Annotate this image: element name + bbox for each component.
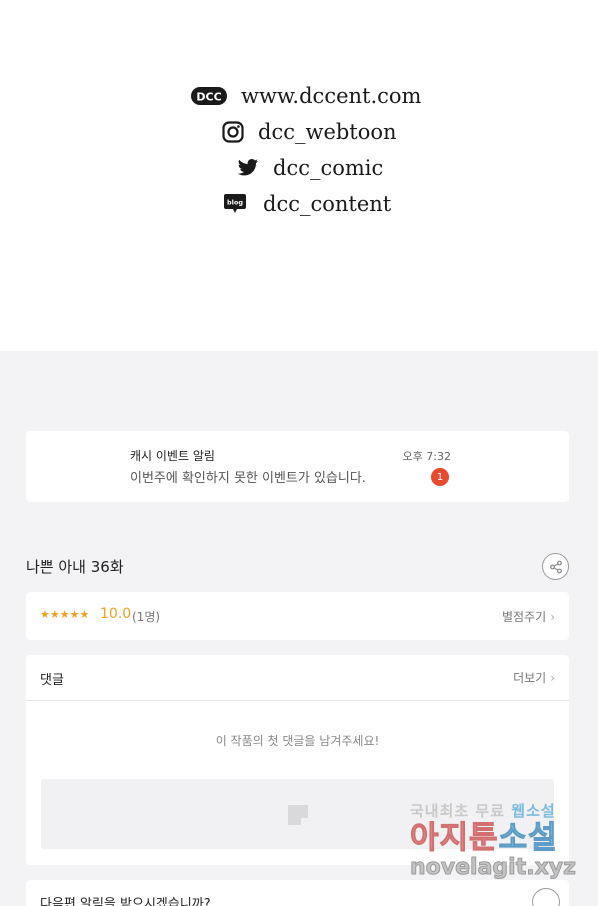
watermark: 국내최초 무료 웹소설 아지툰소설 novelagit.xyz bbox=[410, 800, 580, 881]
twitter-icon bbox=[237, 158, 259, 178]
instagram-icon bbox=[222, 121, 244, 143]
chevron-right-icon: › bbox=[550, 609, 555, 624]
watermark-line2: 아지툰 bbox=[410, 820, 499, 856]
website-link[interactable]: DCC www.dccent.com bbox=[191, 84, 421, 108]
comment-placeholder-icon bbox=[288, 805, 308, 825]
blog-link[interactable]: blog dcc_content bbox=[223, 192, 391, 216]
comments-header: 댓글 bbox=[40, 673, 64, 688]
comments-more-button[interactable]: 더보기 › bbox=[513, 669, 555, 686]
instagram-handle: dcc_webtoon bbox=[258, 120, 397, 144]
publisher-links-panel: DCC www.dccent.com dcc_webtoon dcc_comic… bbox=[0, 0, 598, 351]
blog-handle: dcc_content bbox=[263, 192, 392, 216]
rating-card: ★★★★★ 10.0 (1명) 별점주기 › bbox=[26, 592, 569, 640]
svg-text:DCC: DCC bbox=[196, 91, 221, 104]
blog-icon: blog bbox=[223, 193, 247, 215]
dcc-logo-icon: DCC bbox=[191, 86, 227, 106]
instagram-link[interactable]: dcc_webtoon bbox=[222, 120, 397, 144]
notification-title: 캐시 이벤트 알림 bbox=[130, 449, 215, 463]
subscribe-card: 다음편 알림을 받으시겠습니까? bbox=[26, 880, 569, 906]
rating-score: 10.0 bbox=[100, 606, 132, 622]
episode-title: 나쁜 아내 36화 bbox=[26, 558, 124, 576]
twitter-link[interactable]: dcc_comic bbox=[237, 156, 383, 180]
share-button[interactable] bbox=[542, 553, 569, 580]
subscribe-prompt: 다음편 알림을 받으시겠습니까? bbox=[40, 897, 211, 906]
watermark-line1: 국내최초 무료 bbox=[410, 802, 506, 820]
rating-stars: ★★★★★ bbox=[40, 608, 90, 621]
share-icon bbox=[549, 560, 562, 573]
rate-button-label: 별점주기 bbox=[502, 610, 547, 624]
notification-time: 오후 7:32 bbox=[402, 450, 451, 463]
twitter-handle: dcc_comic bbox=[273, 156, 384, 180]
chevron-right-icon: › bbox=[550, 670, 555, 685]
watermark-line2-accent: 소설 bbox=[498, 820, 558, 856]
website-url: www.dccent.com bbox=[241, 84, 422, 108]
watermark-line3: novelagit.xyz bbox=[410, 855, 577, 881]
notification-body: 이번주에 확인하지 못한 이벤트가 있습니다. bbox=[130, 471, 366, 486]
notification-card[interactable]: 캐시 이벤트 알림 이번주에 확인하지 못한 이벤트가 있습니다. 오후 7:3… bbox=[26, 431, 569, 502]
svg-text:blog: blog bbox=[227, 199, 243, 207]
bell-icon[interactable] bbox=[532, 888, 560, 906]
rate-button[interactable]: 별점주기 › bbox=[502, 608, 555, 625]
rating-count: (1명) bbox=[132, 610, 161, 624]
divider bbox=[26, 700, 569, 701]
watermark-line1-accent: 웹소설 bbox=[511, 802, 556, 820]
comments-more-label: 더보기 bbox=[513, 671, 547, 685]
notification-badge: 1 bbox=[431, 468, 449, 486]
empty-comments-message: 이 작품의 첫 댓글을 남겨주세요! bbox=[215, 734, 380, 748]
